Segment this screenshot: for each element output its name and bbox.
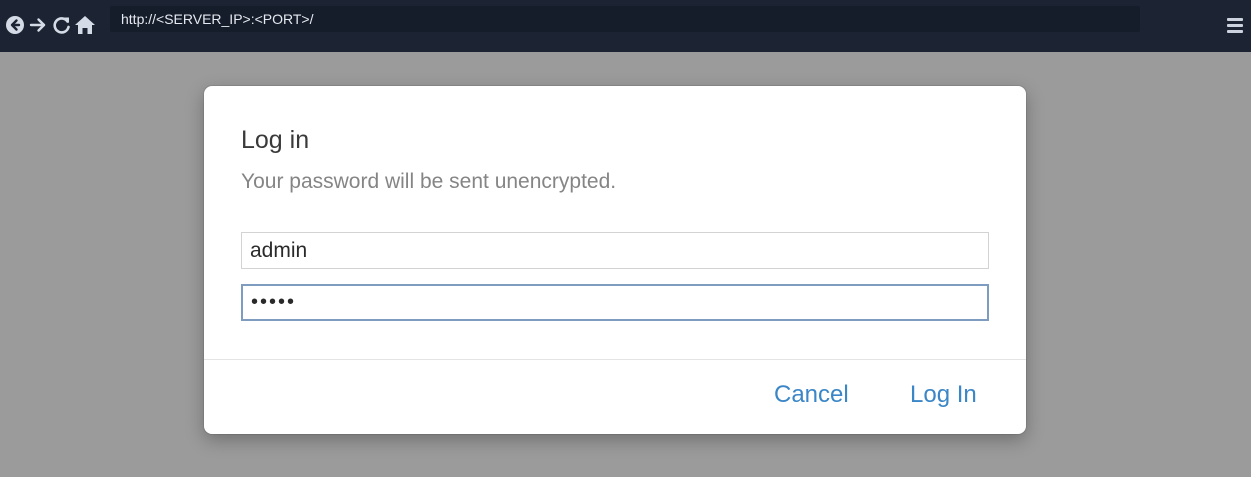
- back-button[interactable]: [4, 14, 26, 36]
- dialog-title: Log in: [241, 126, 310, 154]
- home-icon: [75, 16, 95, 34]
- address-bar[interactable]: http://<SERVER_IP>:<PORT>/: [110, 6, 1140, 32]
- forward-button[interactable]: [27, 14, 49, 36]
- dialog-subtitle: Your password will be sent unencrypted.: [241, 170, 617, 193]
- login-button[interactable]: Log In: [910, 381, 977, 409]
- menu-button[interactable]: [1225, 16, 1245, 36]
- dialog-divider: [204, 359, 1026, 360]
- reload-icon: [53, 17, 70, 34]
- login-dialog: Log in Your password will be sent unencr…: [204, 86, 1026, 434]
- hamburger-menu-icon: [1227, 18, 1243, 21]
- back-circle-icon: [6, 16, 24, 34]
- browser-toolbar: http://<SERVER_IP>:<PORT>/: [0, 0, 1251, 52]
- reload-button[interactable]: [51, 14, 73, 36]
- username-field[interactable]: [241, 232, 989, 269]
- cancel-button[interactable]: Cancel: [774, 381, 849, 409]
- arrow-right-icon: [29, 18, 46, 32]
- home-button[interactable]: [74, 14, 96, 36]
- password-field[interactable]: [241, 284, 989, 321]
